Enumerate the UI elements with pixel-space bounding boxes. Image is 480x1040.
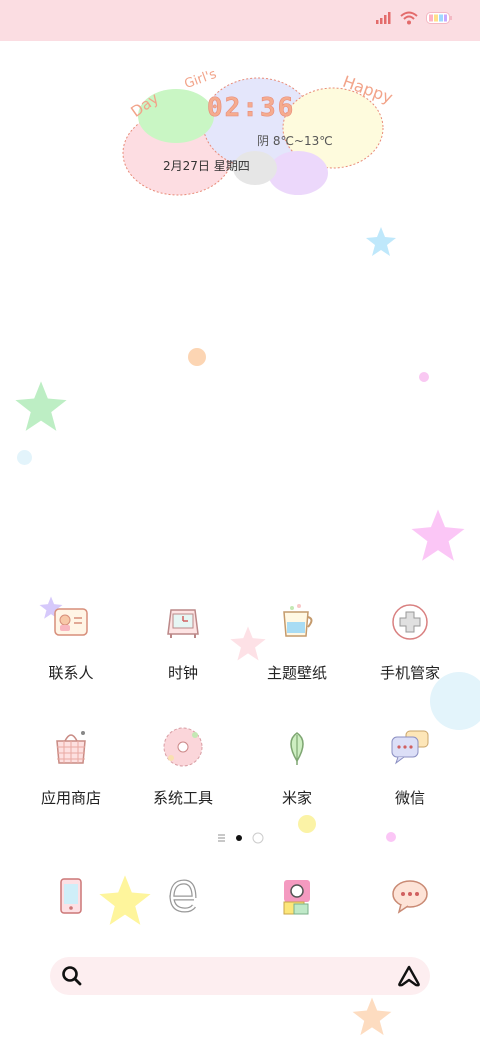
wechat-icon [391,730,429,765]
date-text: 2月27日 星期四 [163,159,250,173]
app-label: 手机管家 [379,664,440,682]
tools-icon [163,727,203,767]
app-label: 时钟 [167,664,198,682]
star-decoration [411,509,465,561]
battery-icon [426,12,452,24]
menu-lines-icon [218,834,225,842]
clock-icon [167,609,199,638]
dot-decoration [17,450,32,465]
app-tools[interactable]: 系统工具 [123,725,243,808]
app-label: 应用商店 [40,789,101,807]
app-clock[interactable]: 时钟 [123,600,243,683]
themes-icon [283,604,313,637]
camera-icon [283,880,310,915]
page-indicator[interactable] [0,829,480,844]
dock-messages[interactable] [350,874,470,924]
security-icon [392,604,428,640]
page-dot [252,832,264,844]
app-mijia[interactable]: 米家 [237,725,357,808]
wifi-icon [400,11,418,25]
status-bar [0,0,480,41]
messages-icon [392,880,428,914]
star-decoration [352,997,392,1036]
search-bar[interactable] [50,957,430,995]
app-security[interactable]: 手机管家 [350,600,470,683]
dock-browser[interactable] [123,874,243,924]
dot-decoration [188,348,206,366]
app-contacts[interactable]: 联系人 [11,600,131,683]
dock-camera[interactable] [237,874,357,924]
dock-phone[interactable] [11,874,131,924]
app-themes[interactable]: 主题壁纸 [237,600,357,683]
weather-text: 阴 8℃~13℃ [257,134,333,148]
app-label: 联系人 [48,664,94,682]
signal-icon [376,12,391,24]
app-label: 米家 [281,789,312,807]
app-label: 主题壁纸 [266,664,327,682]
app-store[interactable]: 应用商店 [11,725,131,808]
mijia-icon [290,732,304,765]
phone-icon [60,878,82,914]
dot-decoration [419,372,429,382]
contacts-icon [54,608,88,636]
page-dot-active [236,835,242,841]
star-decoration [15,381,67,431]
search-icon[interactable] [60,964,84,988]
browser-icon [169,879,197,913]
app-label: 系统工具 [152,789,213,807]
app-wechat[interactable]: 微信 [350,725,470,808]
app-store-icon [56,731,86,764]
star-decoration [366,227,396,256]
clock-time: 02:36 [207,93,296,124]
assistant-icon[interactable] [396,964,422,988]
app-label: 微信 [394,789,425,807]
